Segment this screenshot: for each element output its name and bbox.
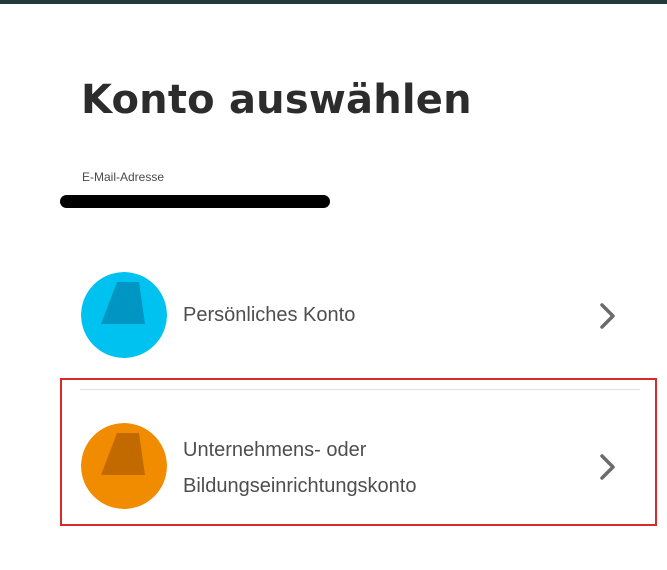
business-account-option[interactable]: Unternehmens- oder Bildungseinrichtungsk… [60, 378, 657, 526]
personal-account-avatar-icon [81, 272, 167, 358]
page-title: Konto auswählen [81, 77, 472, 123]
top-divider-rule [0, 0, 667, 4]
email-label: E-Mail-Adresse [82, 170, 165, 184]
chevron-right-icon [600, 303, 615, 329]
email-value-redacted [60, 195, 330, 208]
business-account-label-line-1: Unternehmens- oder [183, 439, 367, 461]
business-account-avatar-icon [81, 423, 167, 509]
business-account-label-line-2: Bildungseinrichtungskonto [183, 475, 417, 497]
personal-account-option[interactable]: Persönliches Konto [60, 264, 657, 366]
chevron-right-icon [600, 454, 615, 480]
personal-account-label: Persönliches Konto [183, 304, 356, 326]
